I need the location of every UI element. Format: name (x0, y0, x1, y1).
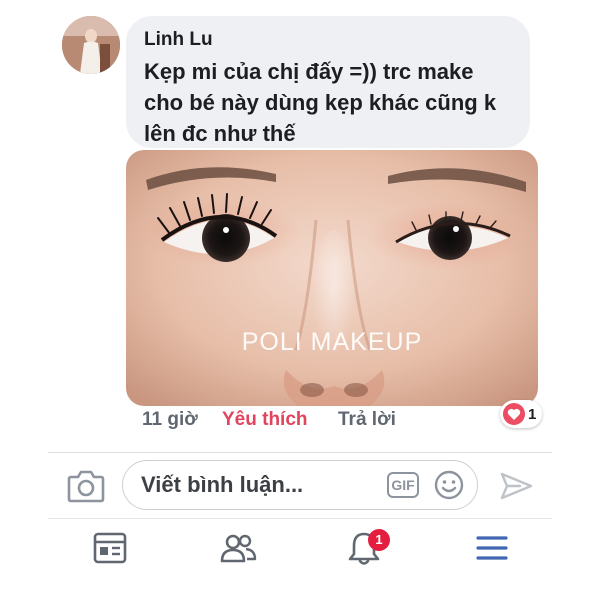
like-button[interactable]: Yêu thích (222, 409, 308, 431)
news-feed-icon[interactable] (90, 528, 130, 568)
menu-icon[interactable] (472, 528, 512, 568)
comment-timestamp[interactable]: 11 giờ (142, 409, 198, 431)
notification-badge: 1 (368, 529, 390, 551)
reaction-count-badge[interactable]: 1 (500, 400, 542, 428)
composer-divider (48, 452, 552, 453)
comment-composer[interactable]: GIF (122, 460, 478, 510)
comment-input[interactable] (141, 471, 371, 499)
emoji-icon[interactable] (433, 469, 465, 501)
send-icon[interactable] (498, 470, 534, 502)
reply-button[interactable]: Trả lời (338, 409, 396, 431)
comment-bubble: Linh Lu Kẹp mi của chị đấy =)) trc make … (126, 16, 530, 148)
heart-icon (503, 403, 525, 425)
gif-button[interactable]: GIF (387, 472, 419, 498)
friends-icon[interactable] (218, 528, 258, 568)
comment-text: Kẹp mi của chị đấy =)) trc make cho bé n… (144, 59, 497, 146)
camera-icon[interactable] (66, 468, 106, 504)
comment-author[interactable]: Linh Lu (144, 28, 512, 52)
reaction-count: 1 (528, 405, 537, 423)
nav-divider (48, 518, 552, 519)
photo-watermark: POLI MAKEUP (241, 328, 423, 356)
commenter-avatar[interactable] (62, 16, 120, 74)
comment-photo[interactable]: POLI MAKEUP (126, 150, 538, 406)
